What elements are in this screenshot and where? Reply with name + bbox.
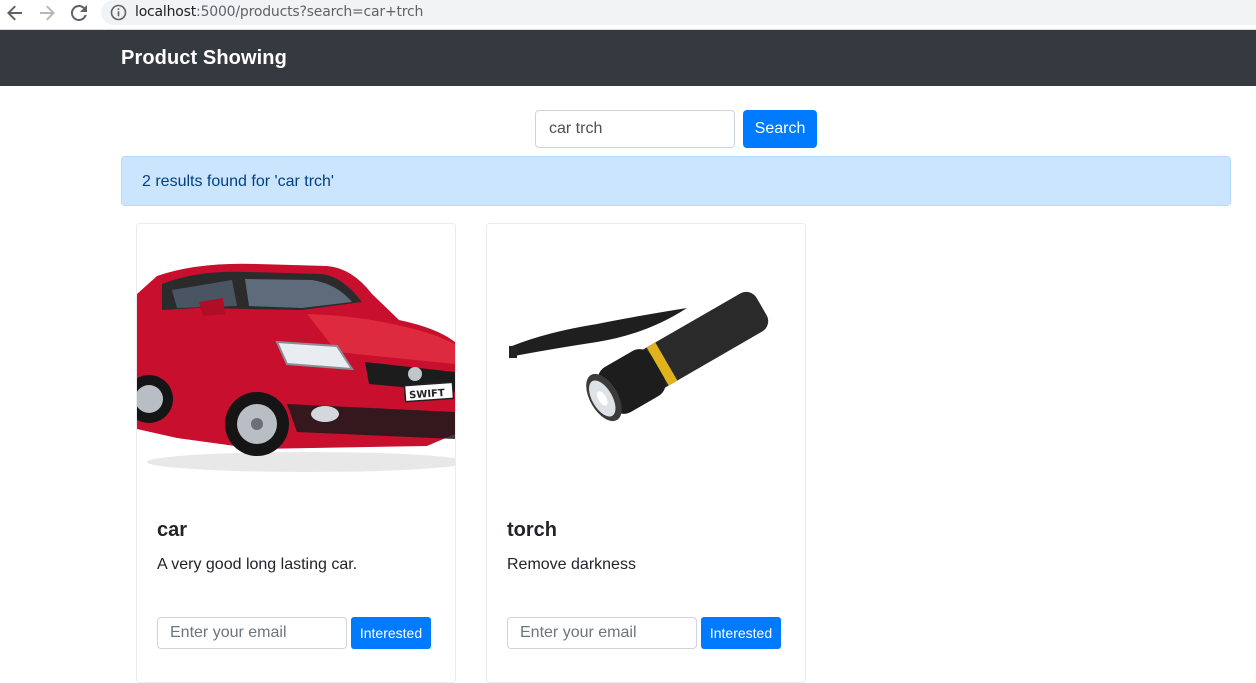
navbar: Product Showing [0,30,1256,86]
interested-button[interactable]: Interested [351,617,431,649]
product-description: Remove darkness [507,556,636,573]
arrow-right-icon[interactable] [34,2,60,24]
product-title: torch [507,519,557,541]
product-image-car: SWIFT [137,224,455,504]
arrow-left-icon[interactable] [2,2,28,24]
results-message: 2 results found for 'car trch' [142,173,334,190]
interested-button[interactable]: Interested [701,617,781,649]
reload-icon[interactable] [66,2,92,24]
search-input[interactable] [535,110,735,148]
browser-toolbar: localhost:5000/products?search=car+trch [0,0,1256,30]
product-card-torch: torch Remove darkness Interested [486,223,806,683]
product-title: car [157,519,188,541]
product-card-car: SWIFT car A very good long lasting car. … [136,223,456,683]
url-path: :5000/products?search=car+trch [196,4,424,20]
url-host: localhost [135,4,197,20]
navbar-brand[interactable]: Product Showing [121,47,287,70]
url-text[interactable]: localhost:5000/products?search=car+trch [135,4,423,20]
search-button[interactable]: Search [743,110,817,148]
email-input[interactable] [507,617,697,649]
results-alert: 2 results found for 'car trch' [121,156,1231,206]
email-input[interactable] [157,617,347,649]
product-description: A very good long lasting car. [157,556,358,573]
info-icon[interactable] [110,4,127,21]
address-bar[interactable]: localhost:5000/products?search=car+trch [101,0,1256,25]
product-image-torch [487,224,805,504]
